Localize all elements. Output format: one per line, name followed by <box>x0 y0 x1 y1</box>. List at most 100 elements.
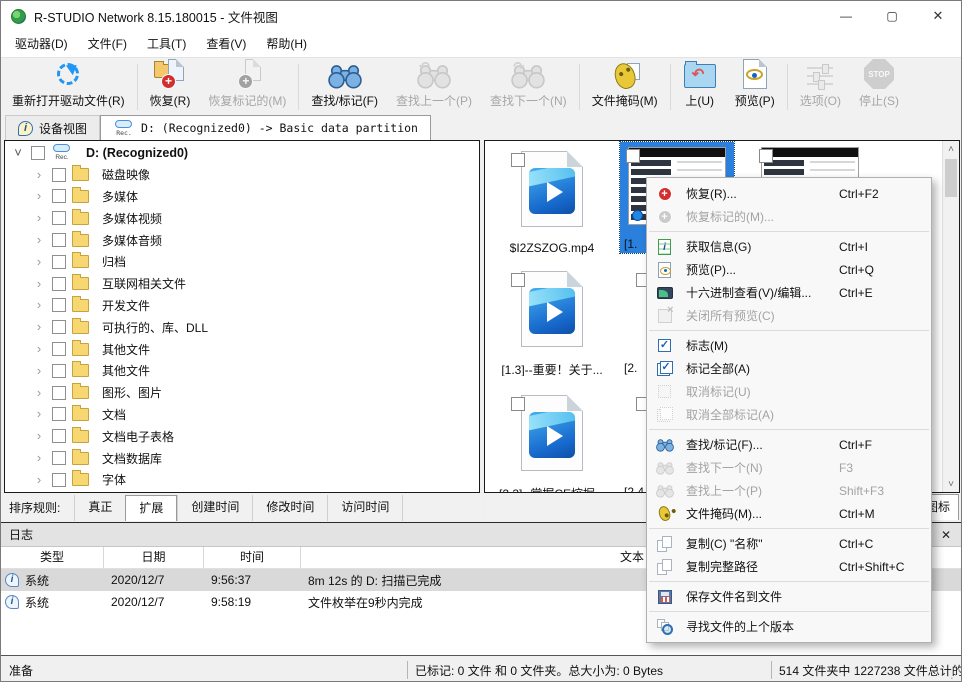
sort-tab-modification-time[interactable]: 修改时间 <box>252 495 327 521</box>
menu-get-info[interactable]: i 获取信息(G) Ctrl+I <box>647 235 931 258</box>
chevron-right-icon[interactable]: › <box>32 365 46 377</box>
chevron-right-icon[interactable]: › <box>32 343 46 355</box>
tree-item-archives[interactable]: ›归档 <box>5 251 479 273</box>
up-button[interactable]: ↶ 上(U) <box>674 60 726 114</box>
file-checkbox[interactable] <box>511 273 525 287</box>
chevron-right-icon[interactable]: › <box>32 169 46 181</box>
checkbox[interactable] <box>52 386 66 400</box>
chevron-right-icon[interactable]: › <box>32 234 46 246</box>
maximize-button[interactable]: ▢ <box>869 2 915 31</box>
menu-tools[interactable]: 工具(T) <box>137 32 196 57</box>
find-mark-button[interactable]: 查找/标记(F) <box>302 60 387 114</box>
chevron-right-icon[interactable]: › <box>32 256 46 268</box>
file-tile[interactable]: [2.3]--掌握CE挖掘... <box>495 389 609 493</box>
checkbox[interactable] <box>52 429 66 443</box>
menu-view[interactable]: 查看(V) <box>196 32 256 57</box>
tree-item-graphics[interactable]: ›图形、图片 <box>5 382 479 404</box>
tree-item-dev-files[interactable]: ›开发文件 <box>5 295 479 317</box>
checkbox[interactable] <box>52 189 66 203</box>
checkbox[interactable] <box>52 298 66 312</box>
menu-recover-marked[interactable]: + 恢复标记的(M)... <box>647 205 931 228</box>
sort-tab-extensions[interactable]: 扩展 <box>125 495 177 521</box>
checkbox[interactable] <box>52 168 66 182</box>
checkbox[interactable] <box>52 473 66 487</box>
chevron-right-icon[interactable]: › <box>32 387 46 399</box>
recover-marked-button[interactable]: + 恢复标记的(M) <box>199 60 295 114</box>
menu-hex-view-edit[interactable]: 十六进制查看(V)/编辑... Ctrl+E <box>647 281 931 304</box>
tree-item-documents[interactable]: ›文档 <box>5 404 479 426</box>
tree-item-disk-images[interactable]: ›磁盘映像 <box>5 164 479 186</box>
tab-device-view[interactable]: i 设备视图 <box>5 115 100 140</box>
file-checkbox[interactable] <box>626 149 640 163</box>
tree-item-other-files-1[interactable]: ›其他文件 <box>5 338 479 360</box>
tree-item-spreadsheets[interactable]: ›文档电子表格 <box>5 425 479 447</box>
log-column-time[interactable]: 时间 <box>204 547 301 568</box>
scroll-down-icon[interactable]: ˅ <box>943 476 959 492</box>
reopen-drive-files-button[interactable]: 重新打开驱动文件(R) <box>3 60 134 114</box>
stop-button[interactable]: STOP 停止(S) <box>850 60 908 114</box>
checkbox[interactable] <box>52 320 66 334</box>
file-checkbox[interactable] <box>511 397 525 411</box>
checkbox[interactable] <box>52 255 66 269</box>
tree-root[interactable]: ˅ Rec. D: (Recognized0) <box>5 142 479 164</box>
checkbox[interactable] <box>52 233 66 247</box>
tree-item-fonts[interactable]: ›字体 <box>5 469 479 491</box>
preview-button[interactable]: 预览(P) <box>726 60 784 114</box>
menu-find-previous-version[interactable]: 寻找文件的上个版本 <box>647 615 931 638</box>
menu-mark[interactable]: ✓ 标志(M) <box>647 334 931 357</box>
menu-preview[interactable]: 预览(P)... Ctrl+Q <box>647 258 931 281</box>
scrollbar-thumb[interactable] <box>945 159 957 197</box>
checkbox[interactable] <box>52 451 66 465</box>
log-close-icon[interactable]: ✕ <box>937 526 955 544</box>
chevron-right-icon[interactable]: › <box>32 408 46 420</box>
chevron-right-icon[interactable]: › <box>32 321 46 333</box>
scroll-up-icon[interactable]: ˄ <box>943 141 959 157</box>
close-button[interactable]: ✕ <box>915 2 961 31</box>
tree-item-multimedia-video[interactable]: ›多媒体视频 <box>5 207 479 229</box>
menu-file[interactable]: 文件(F) <box>78 32 137 57</box>
sort-tab-real[interactable]: 真正 <box>74 495 125 521</box>
menu-close-all-previews[interactable]: 关闭所有预览(C) <box>647 304 931 327</box>
menu-copy-full-path[interactable]: 复制完整路径 Ctrl+Shift+C <box>647 555 931 578</box>
find-next-button[interactable]: ↷ 查找下一个(N) <box>481 60 576 114</box>
tree-item-databases[interactable]: ›文档数据库 <box>5 447 479 469</box>
file-tile[interactable]: [1.3]--重要！关于... <box>495 265 609 376</box>
checkbox[interactable] <box>52 364 66 378</box>
log-column-type[interactable]: 类型 <box>1 547 104 568</box>
menu-unmark[interactable]: 取消标记(U) <box>647 380 931 403</box>
menu-unmark-all[interactable]: 取消全部标记(A) <box>647 403 931 426</box>
log-column-date[interactable]: 日期 <box>104 547 204 568</box>
file-checkbox[interactable] <box>759 149 773 163</box>
tab-partition-view[interactable]: Rec. D: (Recognized0) -> Basic data part… <box>100 115 431 140</box>
file-tile[interactable]: $I2ZSZOG.mp4 <box>495 145 609 256</box>
find-previous-button[interactable]: ↶ 查找上一个(P) <box>387 60 481 114</box>
resize-grip-icon[interactable]: ⋰ <box>950 668 961 681</box>
chevron-right-icon[interactable]: › <box>32 278 46 290</box>
vertical-scrollbar[interactable]: ˄ ˅ <box>942 141 959 492</box>
menu-find-previous[interactable]: 查找上一个(P) Shift+F3 <box>647 479 931 502</box>
options-button[interactable]: 选项(O) <box>791 60 850 114</box>
tree-item-executables[interactable]: ›可执行的、库、DLL <box>5 316 479 338</box>
menu-drives[interactable]: 驱动器(D) <box>5 32 78 57</box>
file-checkbox[interactable] <box>511 153 525 167</box>
chevron-right-icon[interactable]: › <box>32 474 46 486</box>
chevron-right-icon[interactable]: › <box>32 430 46 442</box>
menu-file-mask[interactable]: 文件掩码(M)... Ctrl+M <box>647 502 931 525</box>
chevron-right-icon[interactable]: › <box>32 190 46 202</box>
file-mask-button[interactable]: 文件掩码(M) <box>583 60 667 114</box>
checkbox[interactable] <box>52 211 66 225</box>
chevron-right-icon[interactable]: › <box>32 299 46 311</box>
menu-find-next[interactable]: 查找下一个(N) F3 <box>647 456 931 479</box>
checkbox[interactable] <box>52 277 66 291</box>
menu-find-mark[interactable]: 查找/标记(F)... Ctrl+F <box>647 433 931 456</box>
tree-item-other-files-2[interactable]: ›其他文件 <box>5 360 479 382</box>
sort-tab-creation-time[interactable]: 创建时间 <box>177 495 252 521</box>
recover-button[interactable]: + 恢复(R) <box>141 60 200 114</box>
menu-recover[interactable]: + 恢复(R)... Ctrl+F2 <box>647 182 931 205</box>
checkbox[interactable] <box>52 342 66 356</box>
checkbox[interactable] <box>52 407 66 421</box>
tree-item-multimedia[interactable]: ›多媒体 <box>5 186 479 208</box>
menu-save-filenames-to-file[interactable]: 保存文件名到文件 <box>647 585 931 608</box>
chevron-right-icon[interactable]: › <box>32 212 46 224</box>
minimize-button[interactable]: — <box>823 2 869 31</box>
